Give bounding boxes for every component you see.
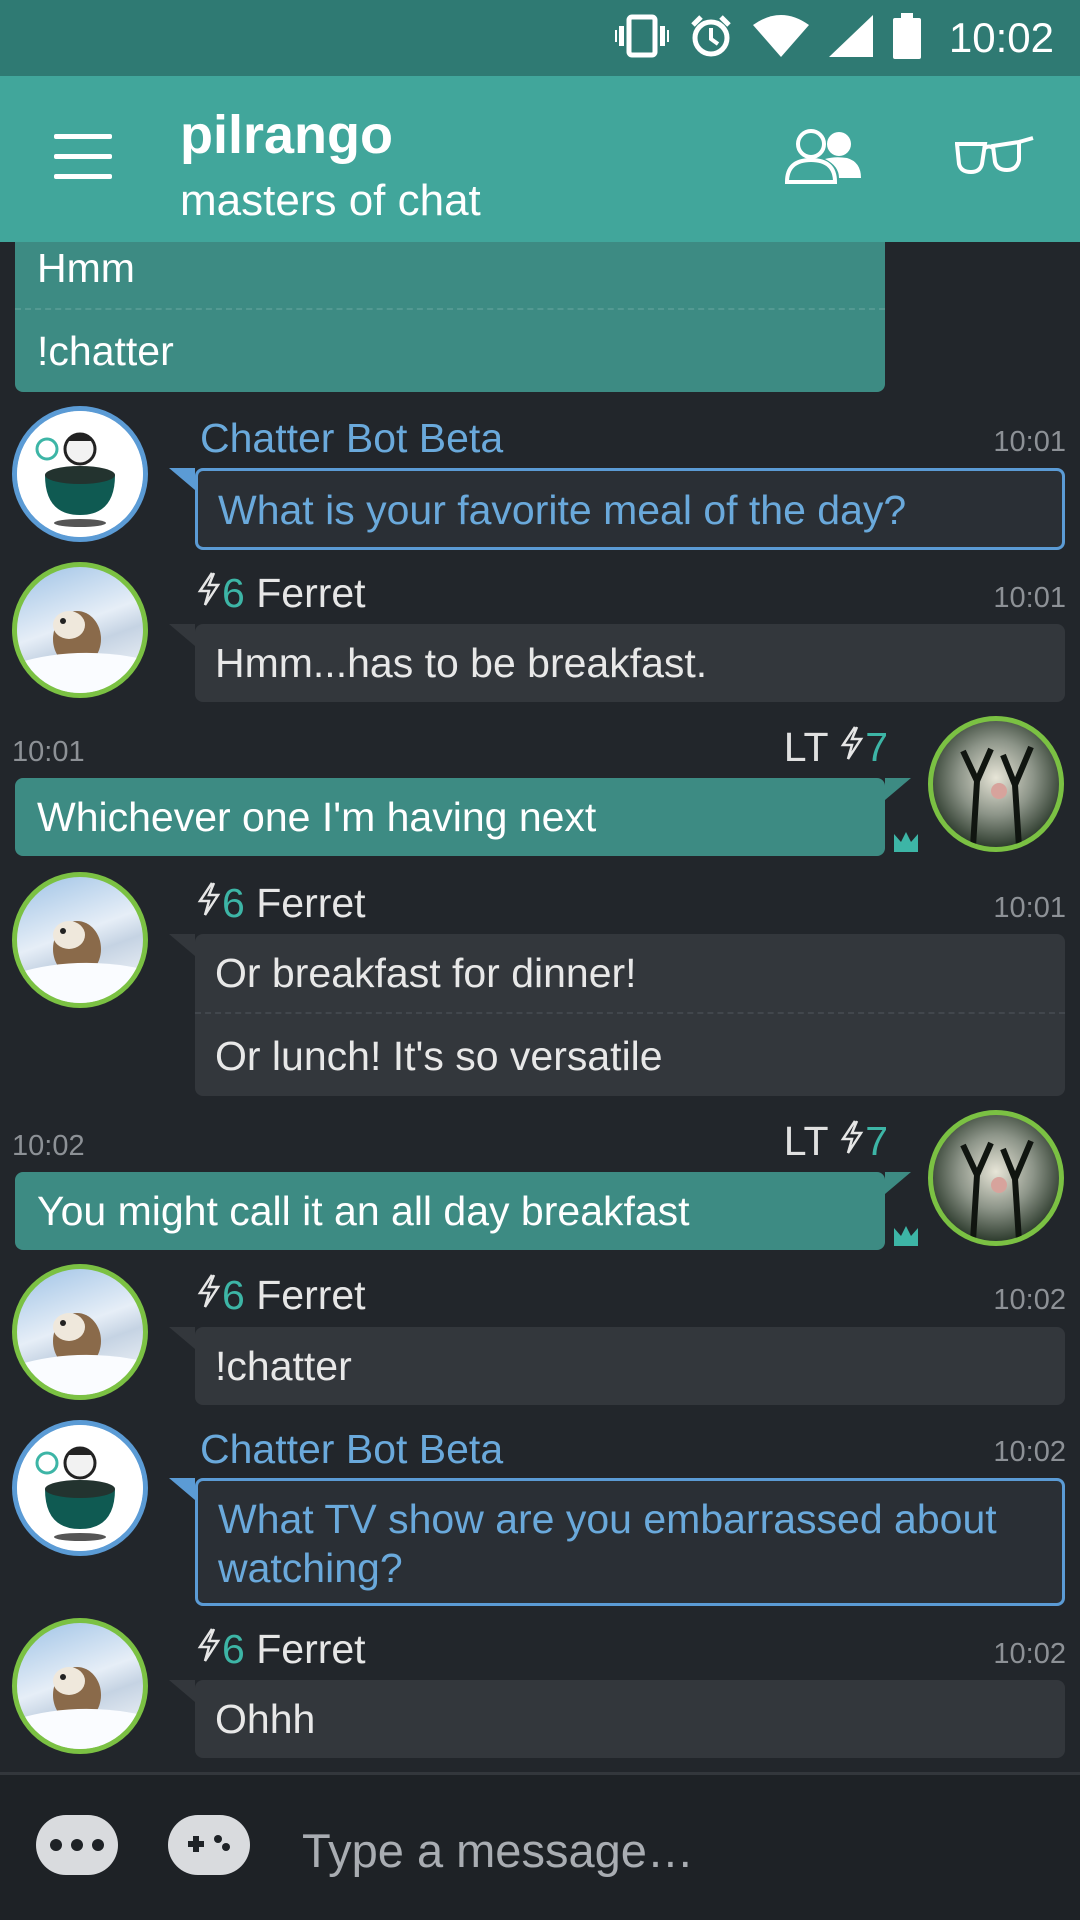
user-avatar[interactable] <box>12 1264 148 1400</box>
author-name-text: LT <box>783 724 828 770</box>
bubble-tail <box>169 934 195 956</box>
lightning-icon <box>839 724 865 770</box>
author-name[interactable]: 6 Ferret <box>196 570 366 617</box>
status-icons: 10:02 <box>613 0 1080 76</box>
message-time: 10:01 <box>12 736 85 768</box>
more-icon[interactable] <box>36 1815 118 1875</box>
message-bubble[interactable]: !chatter <box>195 1327 1065 1405</box>
author-name[interactable]: 6 Ferret <box>196 1626 366 1673</box>
message-input[interactable] <box>300 1809 1044 1891</box>
message-text: Hmm...has to be breakfast. <box>215 640 708 686</box>
lightning-icon <box>196 1626 222 1672</box>
bot-message-bubble[interactable]: What is your favorite meal of the day? <box>195 468 1065 550</box>
own-message-bubble[interactable]: Whichever one I'm having next <box>15 778 885 856</box>
message-text: Or lunch! It's so versatile <box>195 1012 1065 1098</box>
vibrate-icon <box>613 14 670 63</box>
author-name-text: LT <box>783 1118 828 1164</box>
chat-subtitle: masters of chat <box>180 176 481 225</box>
message-time: 10:02 <box>993 1284 1066 1316</box>
user-avatar[interactable] <box>12 872 148 1008</box>
bubble-tail <box>169 468 195 490</box>
bubble-tail <box>885 778 911 800</box>
message-time: 10:01 <box>993 892 1066 924</box>
crown-icon <box>892 1222 920 1255</box>
user-level: 6 <box>222 880 245 926</box>
chat-title: pilrango <box>180 105 393 165</box>
user-avatar[interactable] <box>928 716 1064 852</box>
alarm-icon <box>689 13 733 64</box>
battery-icon <box>892 12 921 64</box>
message-text: What TV show are you embarrassed about w… <box>218 1496 997 1591</box>
user-avatar[interactable] <box>928 1110 1064 1246</box>
bubble-tail <box>169 1478 195 1500</box>
message-time: 10:02 <box>993 1638 1066 1670</box>
user-level: 6 <box>222 570 245 616</box>
signal-icon <box>828 14 873 62</box>
author-name[interactable]: LT 7 <box>784 724 888 771</box>
user-level: 7 <box>865 724 888 770</box>
gamepad-icon[interactable] <box>168 1815 250 1875</box>
users-icon[interactable] <box>784 126 865 191</box>
author-name[interactable]: LT 7 <box>784 1118 888 1165</box>
bubble-tail <box>169 624 195 646</box>
message-text: You might call it an all day breakfast <box>37 1188 690 1234</box>
wifi-icon <box>752 14 809 62</box>
message-text: Or breakfast for dinner! <box>215 950 637 996</box>
lightning-icon <box>196 880 222 926</box>
message-bubble[interactable]: Or breakfast for dinner! Or lunch! It's … <box>195 934 1065 1096</box>
own-message-bubble[interactable]: You might call it an all day breakfast <box>15 1172 885 1250</box>
message-text: What is your favorite meal of the day? <box>218 487 907 533</box>
author-name[interactable]: 6 Ferret <box>196 1272 366 1319</box>
status-time: 10:02 <box>948 14 1054 61</box>
bot-avatar[interactable] <box>12 406 148 542</box>
message-time: 10:01 <box>993 426 1066 458</box>
glasses-icon[interactable] <box>954 136 1035 185</box>
author-name[interactable]: Chatter Bot Beta <box>200 1426 503 1473</box>
message-time: 10:02 <box>993 1436 1066 1468</box>
crown-icon <box>892 828 920 861</box>
message-time: 10:01 <box>993 582 1066 614</box>
message-text: Ohhh <box>215 1696 316 1742</box>
bot-message-bubble[interactable]: What TV show are you embarrassed about w… <box>195 1478 1065 1606</box>
author-name-text: Ferret <box>256 1626 366 1672</box>
bubble-tail <box>885 1172 911 1194</box>
message-composer <box>0 1772 1080 1920</box>
message-time: 10:02 <box>12 1130 85 1162</box>
author-name-text: Ferret <box>256 1272 366 1318</box>
menu-icon[interactable] <box>54 134 112 179</box>
message-text: !chatter <box>215 1343 352 1389</box>
bot-avatar[interactable] <box>12 1420 148 1556</box>
status-bar: 10:02 <box>0 0 1080 76</box>
user-level: 6 <box>222 1626 245 1672</box>
app-bar: pilrango masters of chat <box>0 76 1080 242</box>
bubble-tail <box>169 1680 195 1702</box>
message-list[interactable]: Hmm !chatter Chatter Bot Beta 10:01 What… <box>0 242 1080 1772</box>
author-name-text: Ferret <box>256 570 366 616</box>
author-name-text: Ferret <box>256 880 366 926</box>
lightning-icon <box>196 570 222 616</box>
user-level: 7 <box>865 1118 888 1164</box>
user-avatar[interactable] <box>12 1618 148 1754</box>
own-message-bubble[interactable]: Hmm !chatter <box>15 242 885 392</box>
author-name[interactable]: 6 Ferret <box>196 880 366 927</box>
message-text: Whichever one I'm having next <box>37 794 597 840</box>
message-text: !chatter <box>15 308 885 392</box>
lightning-icon <box>196 1272 222 1318</box>
bubble-tail <box>169 1327 195 1349</box>
user-level: 6 <box>222 1272 245 1318</box>
author-name[interactable]: Chatter Bot Beta <box>200 415 503 462</box>
message-bubble[interactable]: Ohhh <box>195 1680 1065 1758</box>
message-text: Hmm <box>37 245 135 291</box>
user-avatar[interactable] <box>12 562 148 698</box>
message-bubble[interactable]: Hmm...has to be breakfast. <box>195 624 1065 702</box>
lightning-icon <box>839 1118 865 1164</box>
